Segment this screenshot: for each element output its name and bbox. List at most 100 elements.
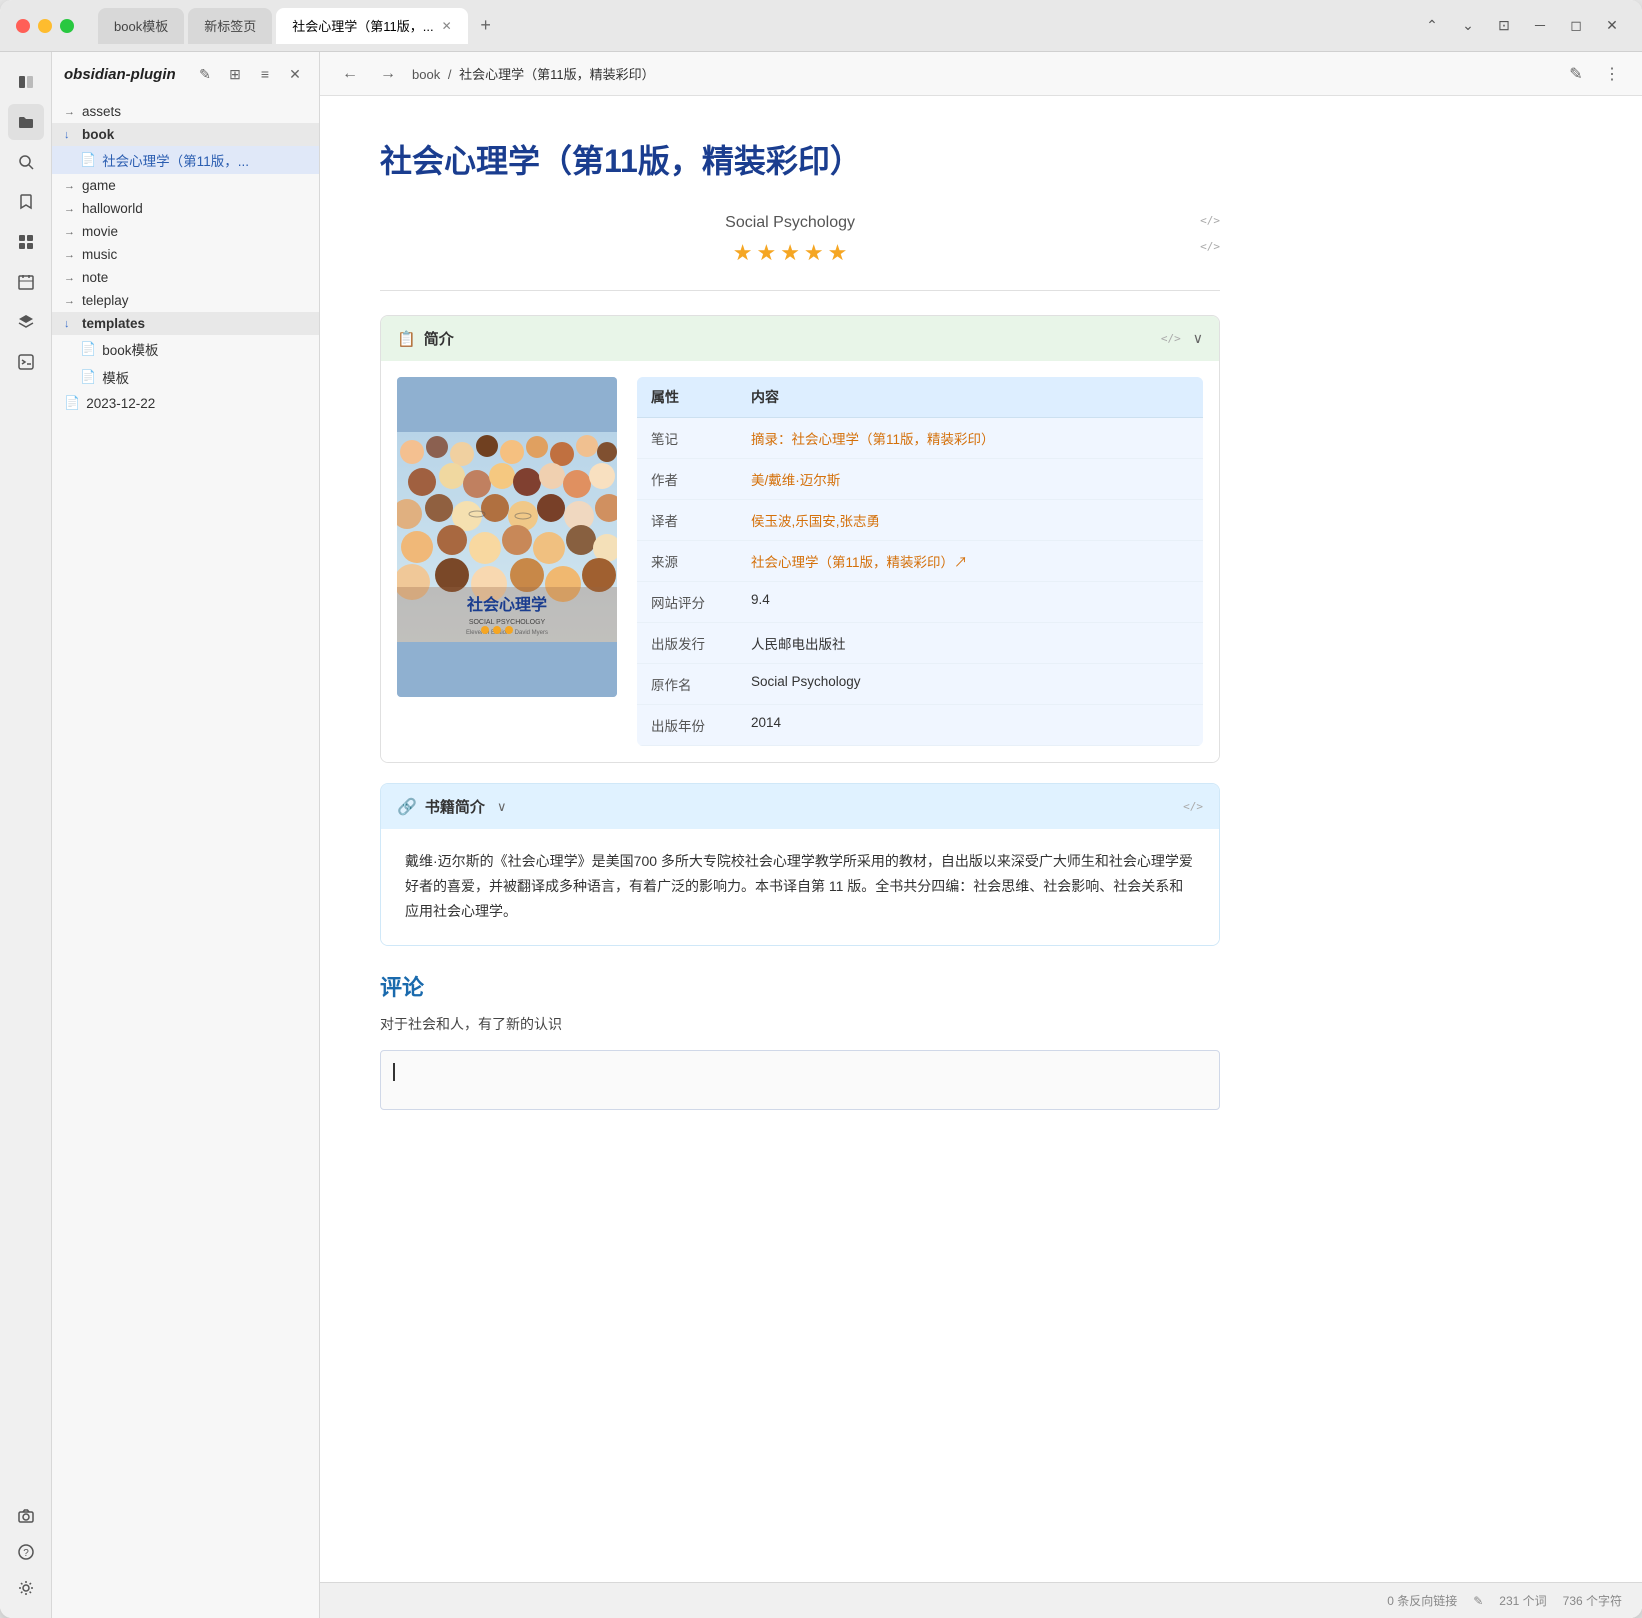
back-button[interactable]: ←: [336, 60, 364, 88]
char-count: 736 个字符: [1563, 1592, 1622, 1609]
close-button[interactable]: [16, 19, 30, 33]
tree-item-date-file[interactable]: 📄 2023-12-22: [52, 391, 319, 415]
file-label: 社会心理学（第11版，...: [102, 150, 307, 170]
prop-value: 社会心理学（第11版，精装彩印）↗: [737, 541, 1203, 582]
prop-value: 2014: [737, 705, 1203, 746]
svg-text:社会心理学: 社会心理学: [466, 595, 547, 614]
tree-item-book[interactable]: ↓ book: [52, 123, 319, 146]
file-tree: obsidian-plugin ✎ ⊞ ≡ ✕ → assets ↓ book: [52, 52, 320, 1618]
prop-link[interactable]: 美/戴维·迈尔斯: [751, 473, 840, 488]
section-chevron-icon[interactable]: ∨: [1193, 330, 1203, 347]
subtitle-section: </> Social Psychology </> ★ ★ ★ ★ ★: [380, 214, 1220, 291]
folder-arrow-icon: →: [64, 180, 76, 192]
table-row: 出版年份 2014: [637, 705, 1203, 746]
prop-key: 原作名: [637, 664, 737, 705]
minimize-window-icon[interactable]: －: [1526, 12, 1554, 40]
settings-icon[interactable]: [8, 1570, 44, 1606]
tree-item-assets[interactable]: → assets: [52, 100, 319, 123]
book-intro-header[interactable]: 🔗 书籍简介 ∨ </>: [381, 784, 1219, 829]
tab-book-template[interactable]: book模板: [98, 8, 184, 44]
camera-icon[interactable]: [8, 1498, 44, 1534]
doc-subtitle: Social Psychology: [380, 214, 1220, 232]
tree-item-note[interactable]: → note: [52, 266, 319, 289]
file-icon: 📄: [80, 369, 96, 385]
tree-item-teleplay[interactable]: → teleplay: [52, 289, 319, 312]
forward-button[interactable]: →: [374, 60, 402, 88]
help-icon[interactable]: ?: [8, 1534, 44, 1570]
sort-icon[interactable]: ≡: [253, 62, 277, 86]
table-row: 出版发行 人民邮电出版社: [637, 623, 1203, 664]
chevron-down-icon[interactable]: ⌄: [1454, 12, 1482, 40]
new-note-icon[interactable]: ✎: [193, 62, 217, 86]
comment-input-area[interactable]: [380, 1050, 1220, 1110]
link-icon: 🔗: [397, 797, 417, 817]
tree-item-game[interactable]: → game: [52, 174, 319, 197]
tree-item-halloworld[interactable]: → halloworld: [52, 197, 319, 220]
maximize-button[interactable]: [60, 19, 74, 33]
word-count: 231 个词: [1499, 1592, 1546, 1609]
app-window: book模板 新标签页 社会心理学（第11版，... ✕ + ⌃ ⌄ ⊡ － ◻…: [0, 0, 1642, 1618]
prop-link[interactable]: 摘录：社会心理学（第11版，精装彩印）: [751, 432, 995, 447]
vault-name: obsidian-plugin: [64, 66, 176, 83]
prop-key: 译者: [637, 500, 737, 541]
breadcrumb: book / 社会心理学（第11版，精装彩印）: [412, 64, 1552, 83]
bookmark-icon[interactable]: [8, 184, 44, 220]
calendar-icon[interactable]: [8, 264, 44, 300]
prop-key: 来源: [637, 541, 737, 582]
tree-item-movie[interactable]: → movie: [52, 220, 319, 243]
close-tree-icon[interactable]: ✕: [283, 62, 307, 86]
new-folder-icon[interactable]: ⊞: [223, 62, 247, 86]
sidebar-toggle-icon[interactable]: [8, 64, 44, 100]
table-row: 作者 美/戴维·迈尔斯: [637, 459, 1203, 500]
doc-content: 社会心理学（第11版，精装彩印） </> Social Psychology <…: [320, 96, 1280, 1582]
file-tree-content: → assets ↓ book 📄 社会心理学（第11版，... → game: [52, 96, 319, 1618]
table-row: 来源 社会心理学（第11版，精装彩印）↗: [637, 541, 1203, 582]
comment-text: 对于社会和人，有了新的认识: [380, 1014, 1220, 1034]
tab-new[interactable]: 新标签页: [188, 8, 272, 44]
svg-text:?: ?: [23, 1548, 29, 1559]
terminal-icon[interactable]: [8, 344, 44, 380]
chevron-up-icon[interactable]: ⌃: [1418, 12, 1446, 40]
tab-close-icon[interactable]: ✕: [442, 19, 452, 33]
close-window-icon[interactable]: ✕: [1598, 12, 1626, 40]
tree-item-templates[interactable]: ↓ templates: [52, 312, 319, 335]
layers-icon[interactable]: [8, 304, 44, 340]
title-bar: book模板 新标签页 社会心理学（第11版，... ✕ + ⌃ ⌄ ⊡ － ◻…: [0, 0, 1642, 52]
table-header-value: 内容: [737, 377, 1203, 418]
split-view-icon[interactable]: ⊡: [1490, 12, 1518, 40]
book-cover-inner: 社会心理学 SOCIAL PSYCHOLOGY Eleventh Edition…: [397, 377, 617, 697]
tree-item-template[interactable]: 📄 模板: [52, 363, 319, 391]
main-layout: ? obsidian-plugin ✎ ⊞ ≡ ✕: [0, 52, 1642, 1618]
tree-item-music[interactable]: → music: [52, 243, 319, 266]
prop-key: 网站评分: [637, 582, 737, 623]
section-header-title: 📋 简介: [397, 328, 454, 349]
minimize-button[interactable]: [38, 19, 52, 33]
comment-section: 评论 对于社会和人，有了新的认识: [380, 970, 1220, 1110]
edit-icon[interactable]: ✎: [1562, 60, 1590, 88]
prop-key: 笔记: [637, 418, 737, 459]
book-intro-chevron-icon[interactable]: ∨: [497, 799, 507, 815]
breadcrumb-root[interactable]: book: [412, 67, 440, 82]
more-options-icon[interactable]: ⋮: [1598, 60, 1626, 88]
table-row: 原作名 Social Psychology: [637, 664, 1203, 705]
tab-main-doc[interactable]: 社会心理学（第11版，... ✕: [276, 8, 467, 44]
prop-value: 人民邮电出版社: [737, 623, 1203, 664]
tree-item-social-psychology[interactable]: 📄 社会心理学（第11版，...: [52, 146, 319, 174]
prop-link[interactable]: 侯玉波,乐国安,张志勇: [751, 514, 880, 529]
prop-link[interactable]: 社会心理学（第11版，精装彩印）↗: [751, 555, 968, 570]
folder-label: teleplay: [82, 293, 307, 308]
file-label: book模板: [102, 339, 307, 359]
section-header-intro[interactable]: 📋 简介 </> ∨: [381, 316, 1219, 361]
folder-icon[interactable]: [8, 104, 44, 140]
sidebar-icons-bottom: ?: [8, 1498, 44, 1606]
prop-value: 侯玉波,乐国安,张志勇: [737, 500, 1203, 541]
search-icon[interactable]: [8, 144, 44, 180]
restore-window-icon[interactable]: ◻: [1562, 12, 1590, 40]
grid-icon[interactable]: [8, 224, 44, 260]
tree-item-book-template[interactable]: 📄 book模板: [52, 335, 319, 363]
doc-title: 社会心理学（第11版，精装彩印）: [380, 136, 1220, 182]
tab-label: 新标签页: [204, 16, 256, 35]
new-tab-button[interactable]: +: [472, 12, 500, 40]
sidebar-icons: ?: [0, 52, 52, 1618]
folder-label: note: [82, 270, 307, 285]
